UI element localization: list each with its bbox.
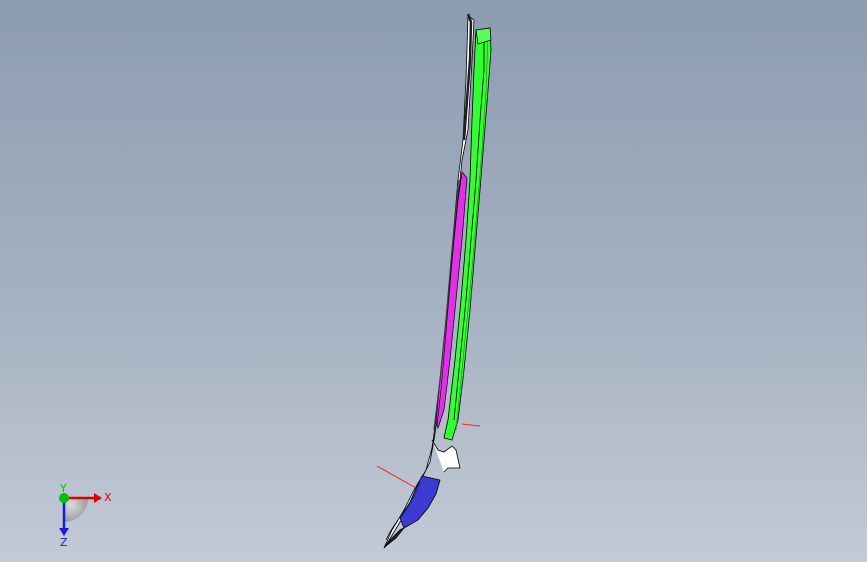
orientation-triad[interactable]: X Z Y: [44, 478, 124, 548]
graphics-viewport[interactable]: X Z Y: [0, 0, 867, 562]
blue-end-cap-part[interactable]: [399, 475, 441, 529]
bracket-outline: [431, 439, 461, 473]
highlight-line-1: [461, 423, 481, 427]
3d-model[interactable]: [0, 0, 867, 562]
highlight-line-2: [376, 465, 417, 489]
triad-shade-icon: [64, 498, 88, 522]
x-axis-label: X: [104, 491, 112, 504]
y-axis-label: Y: [59, 482, 67, 495]
z-axis-label: Z: [60, 536, 68, 548]
part-body[interactable]: [383, 15, 475, 549]
